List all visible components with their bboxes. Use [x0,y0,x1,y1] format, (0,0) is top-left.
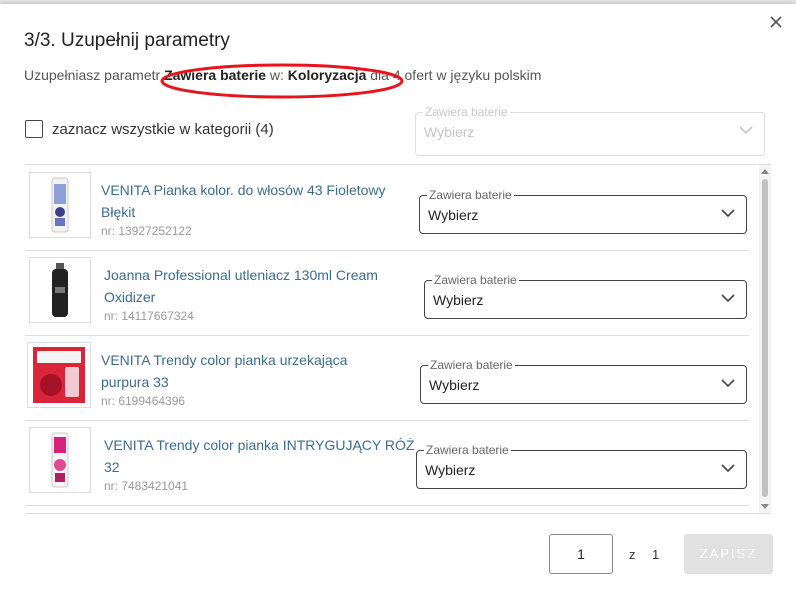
scroll-up-arrow-icon[interactable] [761,169,769,174]
select-all-checkbox[interactable] [25,120,43,138]
product-number: nr: 13927252122 [101,224,192,238]
product-thumbnail [29,172,91,238]
attribute-select-legend: Zawiera baterie [424,443,511,457]
chevron-down-icon [721,294,735,303]
subtitle-mid: w: [266,67,288,83]
subtitle-prefix: Uzupełniasz parametr [24,67,165,83]
chevron-down-icon [721,209,735,218]
subtitle-suffix: dla 4 ofert w języku polskim [366,67,542,83]
bulk-select-value: Wybierz [424,124,475,140]
attribute-select-legend: Zawiera baterie [427,188,514,202]
attribute-select-legend: Zawiera baterie [428,358,515,372]
attribute-select[interactable]: Zawiera baterie Wybierz [419,188,747,234]
select-all-row: zaznacz wszystkie w kategorii (4) [25,120,274,138]
subtitle-param: Zawiera baterie [164,67,266,83]
page-of-label: z [629,547,636,562]
chevron-down-icon [721,464,735,473]
chevron-down-icon [739,126,753,135]
list-item: Joanna Professional utleniacz 130ml Crea… [25,250,749,336]
product-image [52,263,68,317]
product-image [51,432,69,488]
dialog-title: 3/3. Uzupełnij parametry [24,30,230,51]
attribute-select[interactable]: Zawiera baterie Wybierz [416,443,747,489]
close-icon[interactable] [768,14,784,30]
product-image [33,347,85,403]
product-number: nr: 7483421041 [104,479,189,493]
product-number: nr: 14117667324 [104,309,194,323]
product-name-line2[interactable]: purpura 33 [101,371,347,393]
page-total: 1 [652,547,660,562]
product-list: VENITA Pianka kolor. do włosów 43 Fiolet… [25,164,771,514]
page-number-input[interactable]: 1 [549,534,613,574]
bulk-attribute-select: Zawiera baterie Wybierz [415,105,765,156]
subtitle-category: Koloryzacja [287,67,367,83]
product-name-line1[interactable]: VENITA Trendy color pianka urzekająca [101,349,347,371]
scroll-down-arrow-icon[interactable] [761,504,769,509]
product-name-line2[interactable]: 32 [104,456,414,478]
product-name-line2[interactable]: Błękit [101,201,386,223]
save-button[interactable]: ZAPISZ [684,534,773,574]
attribute-select-value: Wybierz [425,462,476,478]
bulk-select-legend: Zawiera baterie [423,105,510,119]
scrollbar-thumb[interactable] [762,179,768,497]
product-name[interactable]: Joanna Professional utleniacz 130ml Crea… [104,264,378,308]
attribute-select-value: Wybierz [429,377,480,393]
product-thumbnail [29,427,91,493]
dialog-subtitle: Uzupełniasz parametr Zawiera baterie w: … [24,67,541,83]
select-all-label[interactable]: zaznacz wszystkie w kategorii (4) [52,121,274,138]
product-name-line2[interactable]: Oxidizer [104,286,378,308]
attribute-select-value: Wybierz [433,292,484,308]
list-item: VENITA Pianka kolor. do włosów 43 Fiolet… [25,165,749,251]
chevron-down-icon [721,379,735,388]
product-name-line1[interactable]: VENITA Pianka kolor. do włosów 43 Fiolet… [101,179,386,201]
product-thumbnail [29,257,91,323]
list-scrollbar[interactable] [759,165,771,513]
product-image [51,177,69,233]
attribute-select[interactable]: Zawiera baterie Wybierz [424,273,747,319]
list-item: VENITA Trendy color pianka urzekająca pu… [25,335,749,421]
product-name-line1[interactable]: Joanna Professional utleniacz 130ml Crea… [104,264,378,286]
product-name[interactable]: VENITA Trendy color pianka urzekająca pu… [101,349,347,393]
product-number: nr: 6199464396 [101,394,186,408]
list-item: VENITA Trendy color pianka INTRYGUJĄCY R… [25,420,749,506]
product-name[interactable]: VENITA Pianka kolor. do włosów 43 Fiolet… [101,179,386,223]
attribute-select[interactable]: Zawiera baterie Wybierz [420,358,747,404]
product-name-line1[interactable]: VENITA Trendy color pianka INTRYGUJĄCY R… [104,434,414,456]
product-name[interactable]: VENITA Trendy color pianka INTRYGUJĄCY R… [104,434,414,478]
dialog: 3/3. Uzupełnij parametry Uzupełniasz par… [0,4,796,592]
attribute-select-value: Wybierz [428,207,479,223]
product-thumbnail [27,342,91,408]
attribute-select-legend: Zawiera baterie [432,273,519,287]
